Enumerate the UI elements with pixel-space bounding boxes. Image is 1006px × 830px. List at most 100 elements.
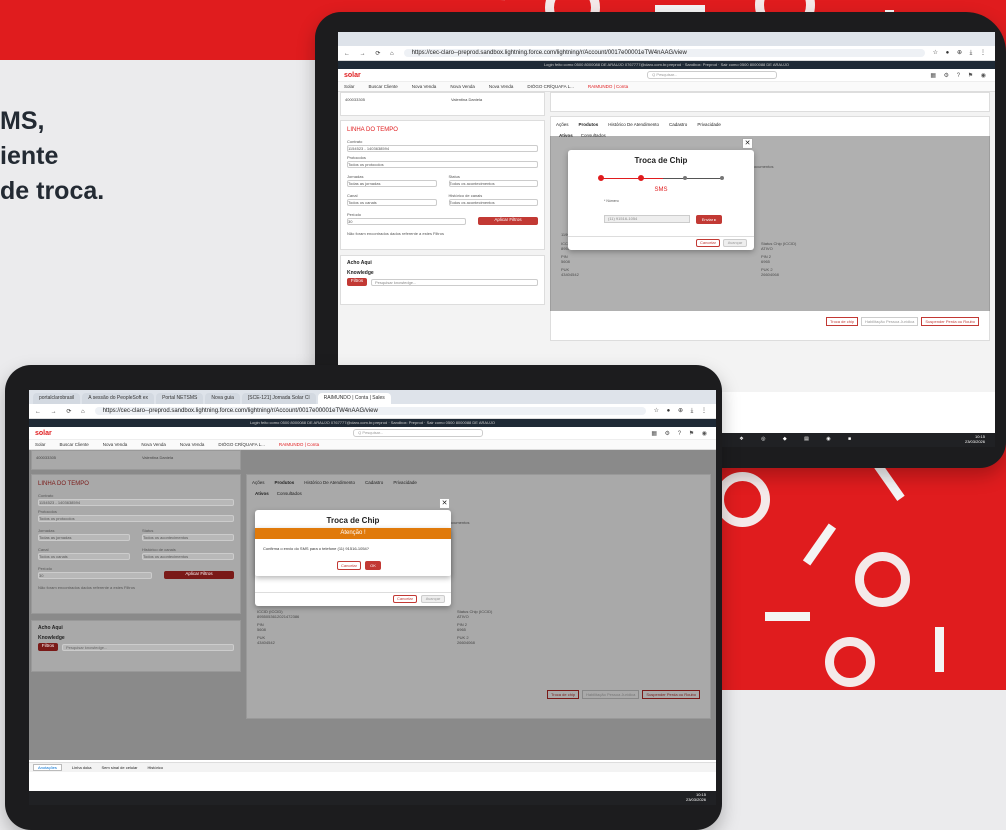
next-button[interactable]: Avançar (723, 239, 747, 247)
nav-diogo[interactable]: DIÓGO CRÍQUAFA L... (527, 84, 574, 89)
footer-cancel-button[interactable]: Cancelar (393, 595, 417, 603)
tab-historico[interactable]: Histórico De Atendimento (304, 480, 355, 485)
tab-produtos[interactable]: Produtos (275, 480, 295, 485)
tab-privacidade[interactable]: Privacidade (697, 122, 721, 127)
toolbar-icons[interactable]: ☆ ● ⊕ ⤓ ⋮ (933, 49, 989, 57)
utility-item-historico[interactable]: Histórico (148, 765, 164, 770)
channel-filter[interactable]: Canal Todos os canais (347, 193, 437, 206)
alert-ok-button[interactable]: OK (365, 561, 381, 570)
url-field[interactable]: https://cec-claro--preprod.sandbox.light… (94, 407, 646, 415)
nav-raimundo[interactable]: RAIMUNDO | Conta (588, 84, 628, 89)
nav-buscar-cliente[interactable]: Buscar Cliente (369, 84, 398, 89)
main-tabs: Ações Produtos Histórico De Atendimento … (252, 480, 705, 485)
habilitacao-action[interactable]: Habilitação Pessoa Jurídica (582, 690, 640, 699)
nav-raimundo[interactable]: RAIMUNDO | Conta (279, 442, 319, 447)
nav-nova-venda-1[interactable]: Nova Venda (412, 84, 437, 89)
product-actions: Troca de chip Habilitação Pessoa Jurídic… (825, 317, 979, 326)
nav-nova-venda-2[interactable]: Nova Venda (141, 442, 166, 447)
nav-nova-venda-3[interactable]: Nova Venda (489, 84, 514, 89)
tab-acoes[interactable]: Ações (252, 480, 265, 485)
period-filter[interactable]: Período 30 (347, 212, 466, 225)
contract-filter[interactable]: Contrato 1154523 - 1403638594 (38, 493, 234, 506)
channel-history-filter[interactable]: Histórico de canais Todos os aconteciment… (142, 547, 234, 560)
confirm-alert-dialog: Atenção ! Confirma o envio do SMS para o… (255, 528, 451, 576)
step-1-dot (598, 175, 604, 181)
taskbar-clock: 10:15 23/03/2026 (964, 434, 985, 444)
suspender-action[interactable]: Suspender Perda ou Roubo (921, 317, 979, 326)
global-search[interactable]: Q Pesquisar... (353, 429, 484, 437)
tab-nova-guia[interactable]: Nova guia (205, 393, 240, 404)
utility-item-anotacoes[interactable]: Anotações (33, 764, 62, 771)
tab-raimundo[interactable]: RAIMUNDO | Conta | Sales (317, 393, 391, 404)
customer-name: Valentina Daniela (142, 455, 174, 460)
app-header: solar Q Pesquisar... ▦ ⚙ ? ⚑ ◉ (29, 427, 716, 440)
knowledge-search-input[interactable]: Pesquisar knowledge... (62, 644, 234, 651)
knowledge-title: Knowledge (347, 270, 374, 276)
tab-cadastro[interactable]: Cadastro (365, 480, 383, 485)
nav-solar[interactable]: Solar (35, 442, 46, 447)
tab-acoes[interactable]: Ações (556, 122, 569, 127)
taskbar-apps[interactable]: ◈ ❖ ◎ ◆ ▤ ◉ ■ (718, 436, 859, 442)
protocol-filter[interactable]: Protocolos Todos os protocolos (347, 155, 538, 168)
send-sms-button[interactable]: Enviar ▸ (696, 215, 722, 224)
troca-chip-action[interactable]: Troca de chip (546, 690, 580, 699)
subtab-consultados[interactable]: Consultados (277, 491, 302, 496)
close-icon[interactable]: ✕ (439, 498, 450, 509)
phone-number-input[interactable]: (11) 91516-1054 (604, 215, 690, 223)
protocol-filter[interactable]: Protocolos Todos os protocolos (38, 509, 234, 522)
tab-historico[interactable]: Histórico De Atendimento (608, 122, 659, 127)
alert-cancel-button[interactable]: Cancelar (337, 561, 361, 570)
status-filter[interactable]: Status Todos os acontecimentos (142, 528, 234, 541)
journey-filter[interactable]: Jornadas Todas as jornadas (38, 528, 130, 541)
footer-next-button[interactable]: Avançar (421, 595, 445, 603)
headline-line-2: iente (0, 142, 59, 170)
knowledge-panel: Acho Aqui Knowledge Filtros Pesquisar kn… (31, 620, 241, 672)
nav-nova-venda-1[interactable]: Nova Venda (103, 442, 128, 447)
nav-buscar-cliente[interactable]: Buscar Cliente (60, 442, 89, 447)
status-filter[interactable]: Status Todos os acontecimentos (448, 174, 538, 187)
contract-filter[interactable]: Contrato 1154523 - 1403638594 (347, 139, 538, 152)
puk: 43404542 (257, 640, 275, 645)
utility-item-linha[interactable]: Linha doka (72, 765, 92, 770)
knowledge-search-input[interactable]: Pesquisar knowledge... (371, 279, 538, 286)
habilitacao-action[interactable]: Habilitação Pessoa Jurídica (861, 317, 919, 326)
knowledge-filter-button[interactable]: Filtros (38, 643, 58, 651)
nav-solar[interactable]: Solar (344, 84, 355, 89)
knowledge-section: Acho Aqui (38, 625, 63, 631)
nav-buttons[interactable]: ← → ⟳ ⌂ (35, 408, 89, 415)
nav-nova-venda-2[interactable]: Nova Venda (450, 84, 475, 89)
tab-portalclaro[interactable]: portalclarobrasil (33, 393, 81, 404)
toolbar-icons[interactable]: ☆ ● ⊕ ⤓ ⋮ (654, 407, 710, 415)
nav-nova-venda-3[interactable]: Nova Venda (180, 442, 205, 447)
header-icons[interactable]: ▦ ⚙ ? ⚑ ◉ (651, 430, 710, 437)
tab-privacidade[interactable]: Privacidade (393, 480, 417, 485)
period-filter[interactable]: Período 30 (38, 566, 152, 579)
cancel-button[interactable]: Cancelar (696, 239, 720, 247)
troca-chip-action[interactable]: Troca de chip (825, 317, 859, 326)
address-bar[interactable]: ← → ⟳ ⌂ https://cec-claro--preprod.sandb… (29, 404, 716, 419)
url-field[interactable]: https://cec-claro--preprod.sandbox.light… (403, 49, 925, 57)
step-3-dot (683, 176, 687, 180)
utility-item-sinal[interactable]: Sem sinal de celular (101, 765, 137, 770)
header-icons[interactable]: ▦ ⚙ ? ⚑ ◉ (930, 72, 989, 79)
tab-jornada-solar[interactable]: [SCE-121] Jornada Solar Cl (241, 393, 316, 404)
address-bar[interactable]: ← → ⟳ ⌂ https://cec-claro--preprod.sandb… (338, 46, 995, 61)
channel-history-filter[interactable]: Histórico de canais Todos os aconteciment… (448, 193, 538, 206)
apply-filters-button[interactable]: Aplicar Filtros (164, 571, 234, 579)
global-search[interactable]: Q Pesquisar... (647, 71, 778, 79)
puk2: 26604068 (457, 640, 475, 645)
apply-filters-button[interactable]: Aplicar Filtros (478, 217, 538, 225)
tab-portal-netsms[interactable]: Portal NETSMS (156, 393, 204, 404)
close-icon[interactable]: ✕ (742, 138, 753, 149)
subtab-ativos[interactable]: Ativos (255, 491, 269, 496)
suspender-action[interactable]: Suspender Perda ou Roubo (642, 690, 700, 699)
knowledge-filter-button[interactable]: Filtros (347, 278, 367, 286)
tab-peoplesoft[interactable]: A sessão do PeopleSoft ex (82, 393, 155, 404)
nav-buttons[interactable]: ← → ⟳ ⌂ (344, 50, 398, 57)
channel-filter[interactable]: Canal Todos os canais (38, 547, 130, 560)
timeline-title: LINHA DO TEMPO (347, 127, 398, 133)
nav-diogo[interactable]: DIÓGO CRÍQUAFA L... (218, 442, 265, 447)
tab-produtos[interactable]: Produtos (579, 122, 599, 127)
journey-filter[interactable]: Jornadas Todas as jornadas (347, 174, 437, 187)
tab-cadastro[interactable]: Cadastro (669, 122, 687, 127)
